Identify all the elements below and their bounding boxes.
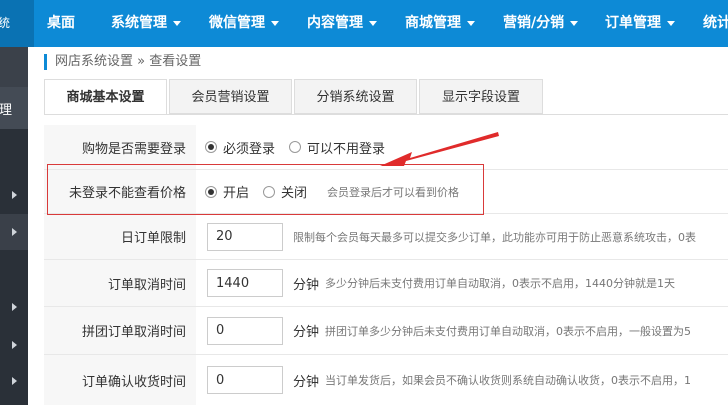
annotation-arrow-icon [380, 132, 499, 166]
